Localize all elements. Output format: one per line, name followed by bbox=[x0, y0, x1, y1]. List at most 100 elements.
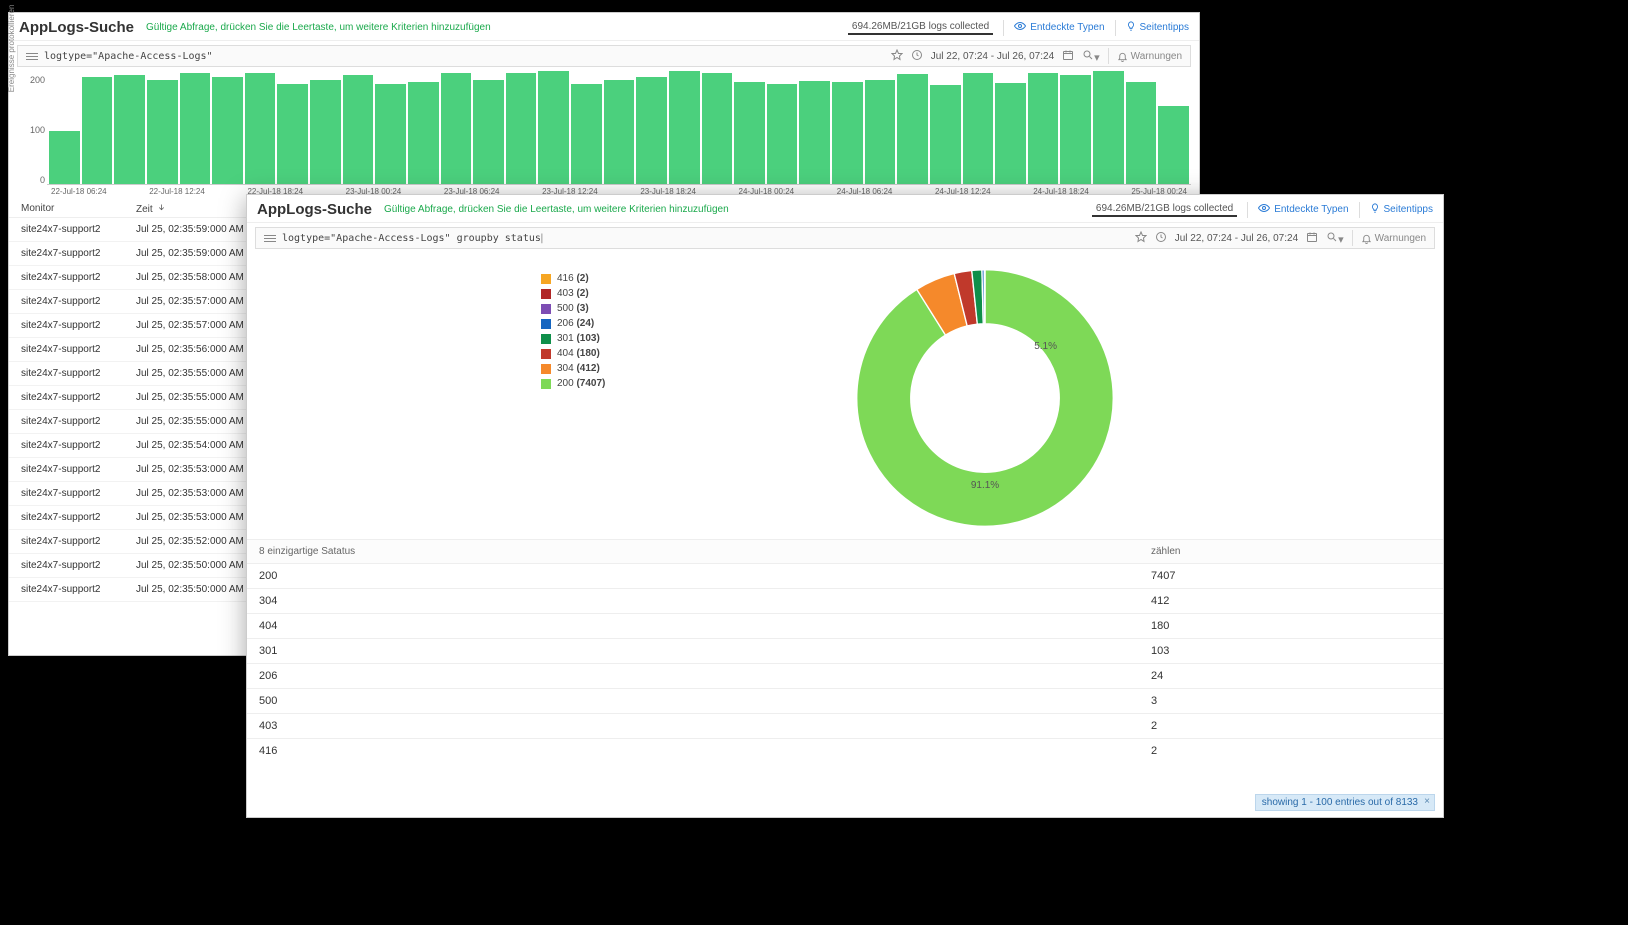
chart-legend: 416 (2)403 (2)500 (3) 206 (24) 301 (103)40… bbox=[271, 263, 741, 533]
bar[interactable] bbox=[636, 77, 667, 184]
close-icon[interactable]: × bbox=[1424, 796, 1430, 807]
bar[interactable] bbox=[49, 131, 80, 184]
cell-status: 304 bbox=[259, 595, 1151, 607]
y-axis-label: Ereignisse protokollieren bbox=[7, 5, 16, 93]
star-icon[interactable] bbox=[1135, 231, 1147, 246]
bar[interactable] bbox=[310, 80, 341, 184]
clock-icon[interactable] bbox=[911, 49, 923, 64]
status-row[interactable]: 2007407 bbox=[247, 563, 1443, 588]
cell-count: 2 bbox=[1151, 720, 1431, 732]
status-row[interactable]: 4162 bbox=[247, 738, 1443, 763]
divider bbox=[1352, 230, 1353, 246]
bar[interactable] bbox=[1126, 82, 1157, 184]
legend-item[interactable]: 416 (2) bbox=[541, 271, 741, 286]
bar[interactable] bbox=[1028, 73, 1059, 184]
status-row[interactable]: 404180 bbox=[247, 613, 1443, 638]
query-bar[interactable]: logtype="Apache-Access-Logs" groupby sta… bbox=[255, 227, 1435, 249]
arrow-down-icon bbox=[157, 203, 166, 215]
bar[interactable] bbox=[473, 80, 504, 184]
bar[interactable] bbox=[538, 71, 569, 184]
cell-monitor: site24x7-support2 bbox=[21, 512, 136, 523]
col-status: 8 einzigartige Satatus bbox=[259, 546, 1151, 557]
query-bar[interactable]: logtype="Apache-Access-Logs" Jul 22, 07:… bbox=[17, 45, 1191, 67]
bars-container bbox=[47, 73, 1191, 185]
divider bbox=[1247, 202, 1248, 218]
bar-chart: Ereignisse protokollieren 200 100 0 22-J… bbox=[9, 69, 1199, 199]
bar[interactable] bbox=[180, 73, 211, 184]
donut-label-main: 91.1% bbox=[971, 480, 999, 491]
legend-swatch bbox=[541, 289, 551, 299]
bar[interactable] bbox=[865, 80, 896, 184]
page-tips-link[interactable]: Seitentipps bbox=[1126, 20, 1189, 35]
legend-item[interactable]: 500 (3) bbox=[541, 301, 741, 316]
bar[interactable] bbox=[1060, 75, 1091, 184]
legend-item[interactable]: 403 (2) bbox=[541, 286, 741, 301]
clock-icon[interactable] bbox=[1155, 231, 1167, 246]
cell-monitor: site24x7-support2 bbox=[21, 224, 136, 235]
page-tips-link[interactable]: Seitentipps bbox=[1370, 202, 1433, 217]
bar[interactable] bbox=[245, 73, 276, 184]
bar[interactable] bbox=[1093, 71, 1124, 184]
bar[interactable] bbox=[147, 80, 178, 184]
donut-chart-area: 416 (2)403 (2)500 (3) 206 (24) 301 (103)40… bbox=[247, 251, 1443, 539]
status-row[interactable]: 20624 bbox=[247, 663, 1443, 688]
legend-label: 304 (412) bbox=[557, 363, 600, 374]
cell-status: 206 bbox=[259, 670, 1151, 682]
bell-icon[interactable]: Warnungen bbox=[1361, 233, 1426, 244]
bar[interactable] bbox=[832, 82, 863, 184]
bar[interactable] bbox=[930, 85, 961, 184]
page-title: AppLogs-Suche bbox=[19, 19, 134, 36]
bar[interactable] bbox=[82, 77, 113, 184]
bar[interactable] bbox=[212, 77, 243, 184]
status-row[interactable]: 301103 bbox=[247, 638, 1443, 663]
bar[interactable] bbox=[963, 73, 994, 184]
query-input[interactable]: logtype="Apache-Access-Logs" groupby sta… bbox=[282, 231, 1129, 246]
cell-status: 416 bbox=[259, 745, 1151, 757]
discovered-types-link[interactable]: Entdeckte Typen bbox=[1014, 20, 1104, 35]
bar[interactable] bbox=[702, 73, 733, 184]
status-row[interactable]: 4032 bbox=[247, 713, 1443, 738]
legend-item[interactable]: 304 (412) bbox=[541, 361, 741, 376]
calendar-icon[interactable] bbox=[1062, 49, 1074, 64]
divider bbox=[1115, 20, 1116, 36]
bar[interactable] bbox=[799, 81, 830, 184]
discovered-types-link[interactable]: Entdeckte Typen bbox=[1258, 202, 1348, 217]
bar[interactable] bbox=[1158, 106, 1189, 184]
legend-swatch bbox=[541, 334, 551, 344]
bell-icon[interactable]: Warnungen bbox=[1117, 51, 1182, 62]
bar[interactable] bbox=[375, 84, 406, 184]
bar[interactable] bbox=[441, 73, 472, 184]
col-monitor[interactable]: Monitor bbox=[21, 203, 136, 215]
col-count: zählen bbox=[1151, 546, 1431, 557]
legend-item[interactable]: 200 (7407) bbox=[541, 376, 741, 391]
bar[interactable] bbox=[114, 75, 145, 184]
search-icon[interactable]: ▾ bbox=[1082, 49, 1100, 64]
date-range[interactable]: Jul 22, 07:24 - Jul 26, 07:24 bbox=[931, 51, 1054, 62]
bar[interactable] bbox=[604, 80, 635, 184]
search-icon[interactable]: ▾ bbox=[1326, 231, 1344, 246]
bar[interactable] bbox=[506, 73, 537, 184]
bar[interactable] bbox=[669, 71, 700, 184]
bar[interactable] bbox=[343, 75, 374, 184]
bar[interactable] bbox=[571, 84, 602, 184]
bar[interactable] bbox=[897, 74, 928, 184]
bar[interactable] bbox=[995, 83, 1026, 184]
bar[interactable] bbox=[277, 84, 308, 184]
bar[interactable] bbox=[767, 84, 798, 184]
bar[interactable] bbox=[408, 82, 439, 184]
status-row[interactable]: 304412 bbox=[247, 588, 1443, 613]
legend-swatch bbox=[541, 304, 551, 314]
date-range[interactable]: Jul 22, 07:24 - Jul 26, 07:24 bbox=[1175, 233, 1298, 244]
bar[interactable] bbox=[734, 82, 765, 184]
legend-item[interactable]: 404 (180) bbox=[541, 346, 741, 361]
legend-item[interactable]: 206 (24) bbox=[541, 316, 741, 331]
cell-monitor: site24x7-support2 bbox=[21, 488, 136, 499]
calendar-icon[interactable] bbox=[1306, 231, 1318, 246]
legend-label: 206 (24) bbox=[557, 318, 594, 329]
status-row[interactable]: 5003 bbox=[247, 688, 1443, 713]
cell-count: 24 bbox=[1151, 670, 1431, 682]
eye-icon bbox=[1014, 20, 1026, 35]
query-input[interactable]: logtype="Apache-Access-Logs" bbox=[44, 49, 885, 64]
star-icon[interactable] bbox=[891, 49, 903, 64]
legend-item[interactable]: 301 (103) bbox=[541, 331, 741, 346]
